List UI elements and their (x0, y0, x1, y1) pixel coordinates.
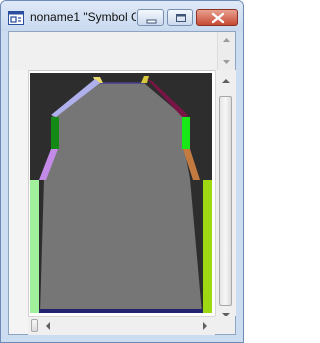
minimize-button[interactable] (137, 9, 164, 26)
vertical-scroll-thumb[interactable] (219, 96, 232, 306)
horizontal-scrollbar[interactable] (28, 316, 215, 335)
top-pane-scrollbar[interactable] (217, 32, 235, 70)
bottom-edge (39, 309, 203, 313)
vertical-scrollbar[interactable] (215, 70, 236, 317)
lower-side-left (30, 180, 39, 313)
maximize-icon (176, 14, 186, 22)
symbol-canvas[interactable] (30, 73, 212, 313)
symbol-app-icon[interactable] (8, 10, 24, 25)
arrow-left-icon[interactable] (41, 319, 55, 333)
upper-side-left (51, 117, 59, 149)
symbol-window: noname1 "Symbol Generator" (0, 0, 244, 343)
left-ruler-strip (9, 70, 29, 334)
close-button[interactable] (196, 9, 238, 26)
minimize-icon (146, 19, 157, 24)
arrow-up-icon[interactable] (219, 74, 233, 88)
lower-side-right (203, 180, 212, 313)
symbol-body (40, 83, 202, 313)
window-title: noname1 "Symbol Generator" (30, 10, 136, 24)
close-icon (211, 12, 225, 24)
upper-side-right (182, 117, 190, 149)
horizontal-scroll-thumb[interactable] (31, 319, 38, 332)
size-grip[interactable] (215, 316, 235, 334)
maximize-button[interactable] (167, 9, 193, 26)
top-pane[interactable] (9, 32, 235, 71)
arrow-right-icon[interactable] (198, 319, 212, 333)
client-area (8, 31, 236, 335)
title-bar[interactable]: noname1 "Symbol Generator" (1, 1, 243, 31)
